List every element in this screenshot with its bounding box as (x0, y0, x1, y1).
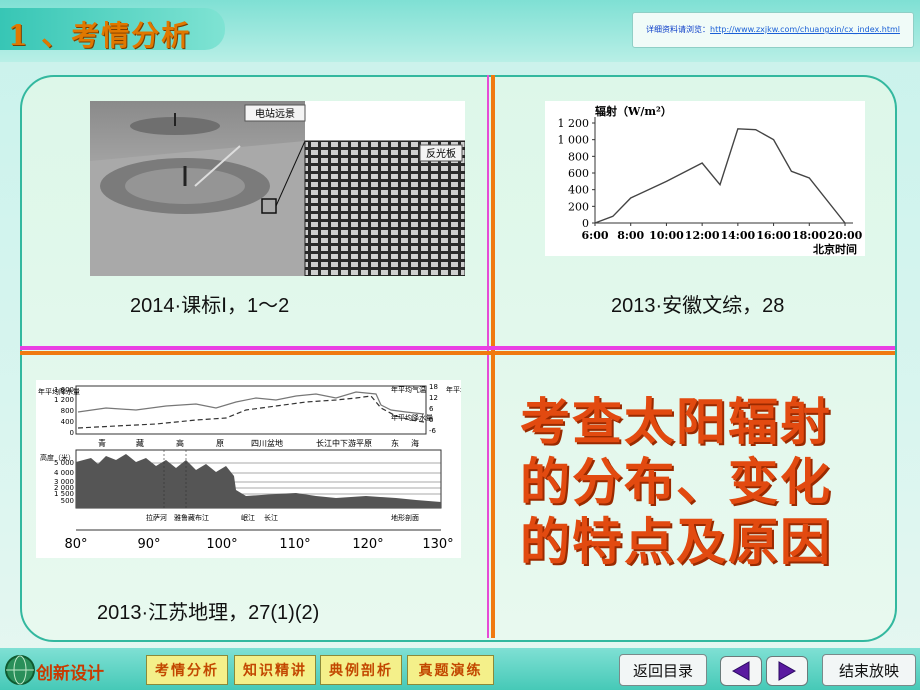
y-tick-label: 800 (568, 150, 589, 163)
section-title-bar: 1 、考情分析 (0, 8, 225, 52)
region-label: 青 (98, 438, 106, 448)
region-label: 海 (411, 438, 419, 448)
summary-line: 的分布、变化 (520, 452, 832, 511)
caption-top-right: 2013·安徽文综，28 (611, 295, 785, 317)
radiation-chart: 辐射（W/m²） 1 200 1 000 800 600 400 200 0 6:00 8:00 1… (545, 101, 865, 256)
logo: 创新设计 (2, 653, 140, 687)
next-slide-button[interactable] (766, 656, 808, 686)
caption-top-left: 2014·课标Ⅰ，1～2 (130, 295, 290, 317)
tab-knowledge[interactable]: 知识精讲 (234, 655, 316, 685)
x-tick-label: 8:00 (617, 229, 644, 242)
tab-practice[interactable]: 真题演练 (407, 655, 494, 685)
x-tick: 80° (64, 537, 87, 552)
rt-tick: 12 (429, 394, 438, 402)
caption-bottom-left: 2013·江苏地理，27(1)(2) (97, 602, 320, 624)
region-label: 原 (216, 439, 224, 448)
legend-precip: 年平均降水量 (391, 413, 433, 422)
section-title: 1 、考情分析 (8, 19, 192, 52)
y-tick-label: 400 (568, 184, 589, 197)
x-tick-label: 16:00 (756, 229, 791, 242)
region-label: 四川盆地 (251, 438, 283, 448)
h-tick: 5 000 (54, 459, 74, 467)
region-label: 东 (391, 438, 399, 448)
url-box: 详细资料请浏览：http://www.zxjkw.com/chuangxin/c… (632, 12, 914, 48)
place-label: 长江 (264, 513, 278, 522)
h-tick: 4 000 (54, 469, 74, 477)
x-tick: 90° (137, 537, 160, 552)
x-tick-label: 14:00 (721, 229, 756, 242)
x-axis-label: 北京时间 (813, 242, 857, 256)
url-prefix: 详细资料请浏览： (646, 25, 711, 34)
y-tick-label: 1 000 (558, 134, 590, 147)
summary-line: 的特点及原因 (520, 512, 832, 571)
place-label: 雅鲁藏布江 (174, 513, 209, 522)
h-tick: 500 (61, 497, 74, 505)
place-label: 拉萨河 (146, 513, 167, 522)
rt-tick: 6 (429, 405, 434, 413)
place-label: 地形剖面 (391, 513, 419, 522)
right-axis-label: 年平均气温（℃） (446, 385, 461, 394)
horizontal-divider-orange (20, 351, 895, 355)
rt-tick: -6 (429, 427, 437, 435)
y-tick-label: 600 (568, 167, 589, 180)
logo-text: 创新设计 (36, 664, 104, 684)
tab-exam-analysis[interactable]: 考情分析 (146, 655, 228, 685)
photo-label-mirror: 反光板 (426, 147, 456, 160)
footer-bar: 创新设计 考情分析 知识精讲 典例剖析 真题演练 返回目录 结束放映 (0, 648, 920, 690)
url-text: 详细资料请浏览：http://www.zxjkw.com/chuangxin/c… (633, 24, 913, 35)
horizontal-divider-pink (20, 346, 895, 350)
tab-examples[interactable]: 典例剖析 (320, 655, 402, 685)
region-label: 藏 (136, 438, 144, 448)
prev-slide-button[interactable] (720, 656, 762, 686)
vertical-divider-orange (491, 75, 495, 638)
vertical-divider-pink (487, 75, 489, 638)
lt-tick: 1 600 (54, 386, 74, 394)
x-tick-label: 20:00 (828, 229, 863, 242)
rt-tick: 18 (429, 383, 438, 391)
topic-summary: 考查太阳辐射 的分布、变化 的特点及原因 (520, 392, 870, 572)
x-tick-label: 6:00 (581, 229, 608, 242)
lt-tick: 400 (61, 418, 74, 426)
lt-tick: 1 200 (54, 396, 74, 404)
url-link[interactable]: http://www.zxjkw.com/chuangxin/cx_index.… (710, 25, 900, 34)
solar-station-photo: 电站远景 反光板 (90, 101, 466, 277)
place-label: 岷江 (241, 513, 255, 522)
y-tick-label: 1 200 (558, 117, 590, 130)
radiation-chart-svg: 辐射（W/m²）1 2001 00080060040020006:00 8:00 1… (558, 104, 863, 256)
lt-tick: 0 (70, 429, 74, 437)
globe-icon (5, 655, 35, 685)
x-tick: 120° (352, 537, 383, 552)
back-to-menu-button[interactable]: 返回目录 (619, 654, 707, 686)
arrow-left-icon (731, 661, 750, 681)
x-tick-label: 12:00 (685, 229, 720, 242)
summary-line: 考查太阳辐射 (520, 392, 832, 451)
y-tick-label: 200 (568, 200, 589, 213)
x-tick: 130° (422, 537, 453, 552)
region-label: 长江中下游平原 (316, 438, 372, 448)
x-tick: 110° (279, 537, 310, 552)
terrain-profile-svg: 年平均降水量 年平均气温（℃） 1 600 1 200 800 400 0 18… (38, 383, 503, 552)
lt-tick: 800 (61, 407, 74, 415)
solar-station-photo-svg: 电站远景 反光板 (90, 101, 466, 277)
y-axis-label: 辐射（W/m²） (595, 104, 672, 118)
terrain-profile-diagram: 年平均降水量 年平均气温（℃） 1 600 1 200 800 400 0 18… (36, 380, 503, 558)
slide-header: 1 、考情分析 详细资料请浏览：http://www.zxjkw.com/chu… (0, 0, 920, 62)
x-tick-label: 10:00 (649, 229, 684, 242)
end-show-button[interactable]: 结束放映 (822, 654, 916, 686)
x-tick-label: 18:00 (792, 229, 827, 242)
arrow-right-icon (778, 661, 797, 681)
x-tick: 100° (206, 537, 237, 552)
radiation-series-line (594, 128, 846, 224)
region-label: 高 (176, 438, 184, 448)
photo-label-distant: 电站远景 (255, 107, 295, 120)
legend-temp: 年平均气温 (391, 385, 426, 394)
